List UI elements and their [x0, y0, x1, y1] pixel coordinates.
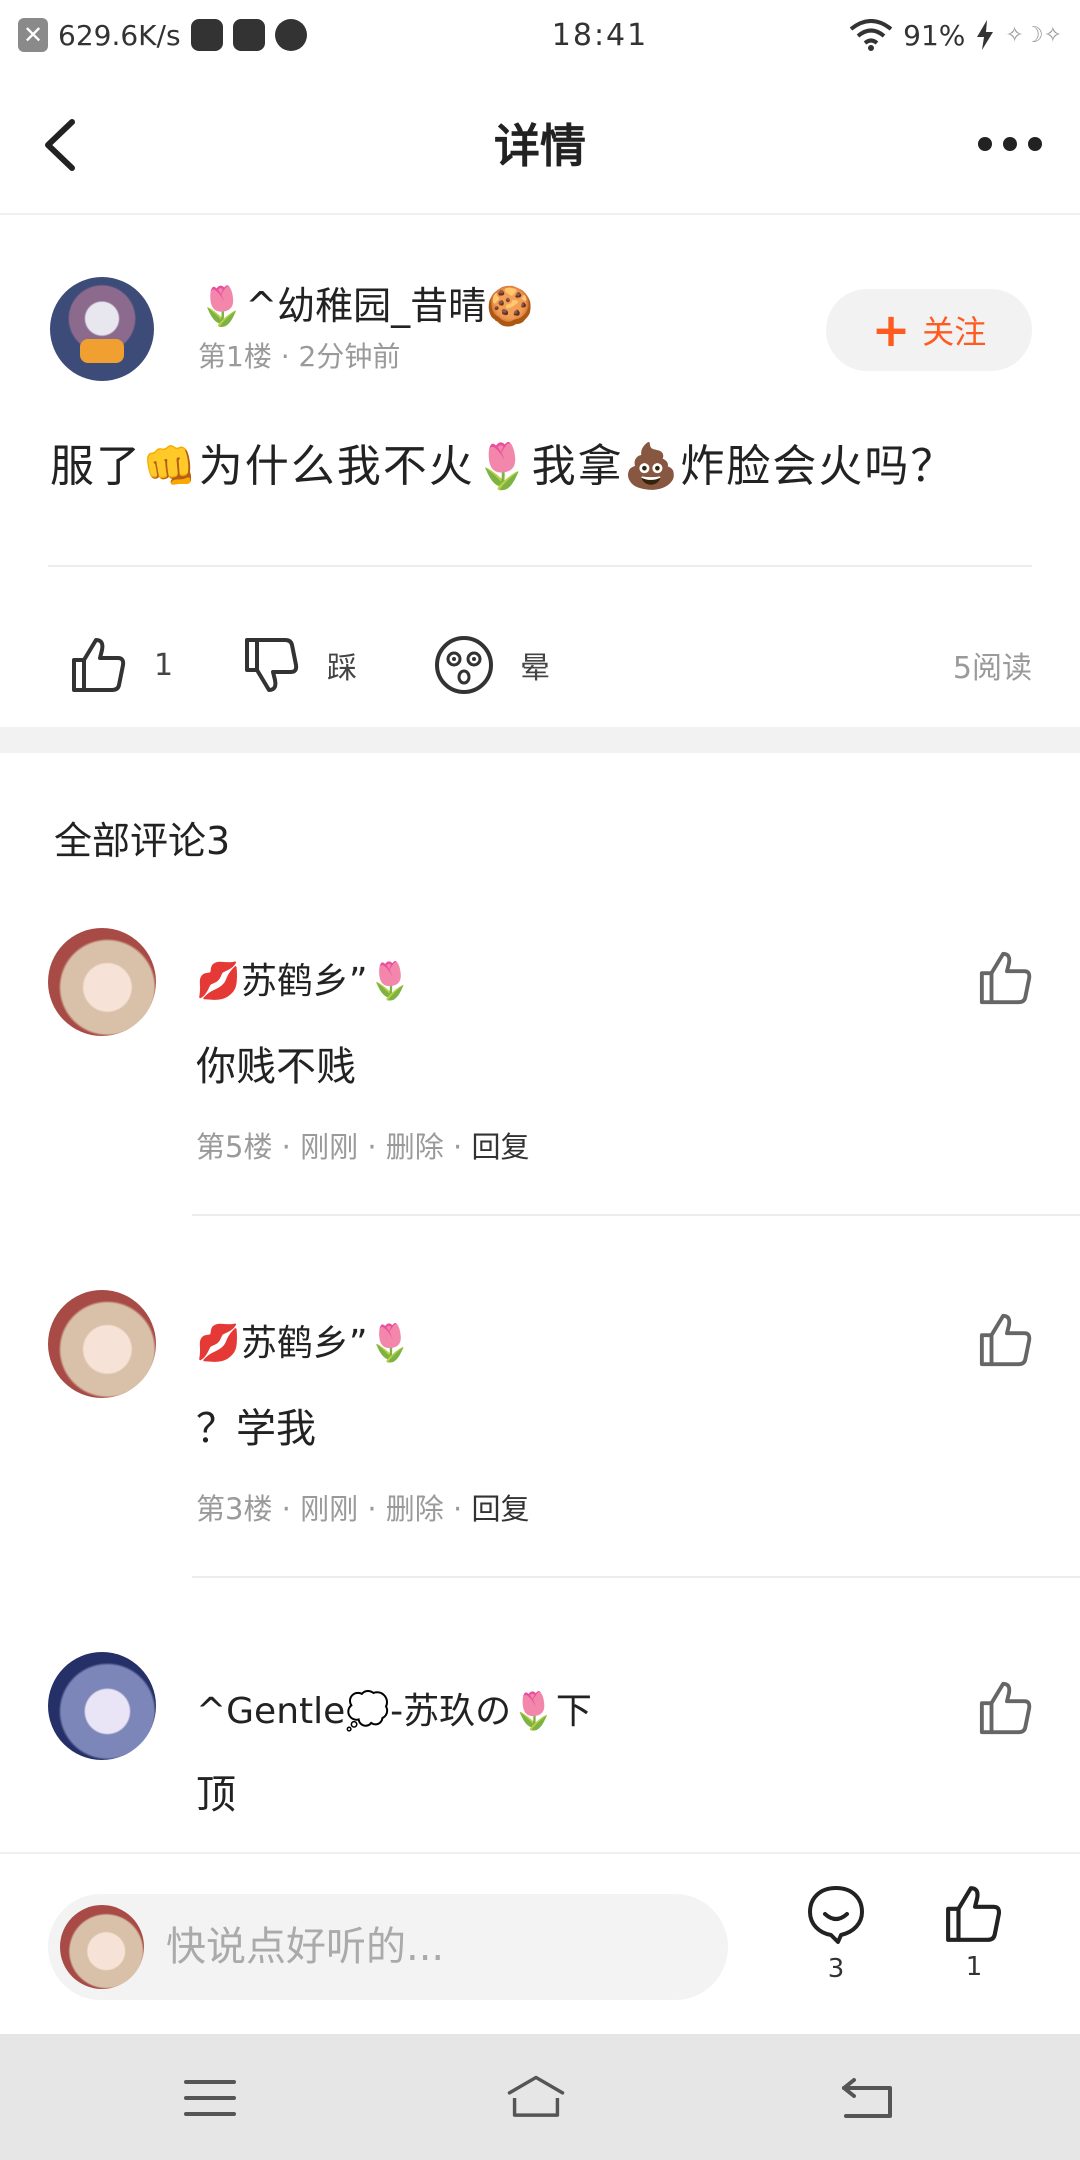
comment-text: 你贱不贱 [196, 1044, 356, 1090]
post-actions: 1 踩 晕 5阅读 [0, 610, 1080, 720]
home-icon[interactable] [506, 2068, 566, 2128]
wifi-icon [849, 19, 893, 51]
thumbs-down-icon [245, 638, 299, 692]
like-count: 1 [154, 647, 174, 683]
more-options-icon[interactable] [978, 132, 1042, 156]
comment-item: 💋苏鹤乡”🌷 ？学我 第3楼 · 刚刚 · 删除 · 回复 [0, 1282, 1080, 1582]
thumbs-up-icon[interactable] [978, 1680, 1034, 1736]
avatar [60, 1905, 144, 1989]
avatar[interactable] [48, 928, 156, 1036]
comment-input-bar: 3 1 [0, 1852, 1080, 2034]
battery-level: 91% [903, 18, 966, 52]
like-button[interactable]: 1 [70, 610, 173, 720]
comment-input[interactable] [166, 1894, 706, 2000]
section-divider [0, 727, 1080, 753]
thumbs-up-icon [946, 1886, 1002, 1942]
avatar[interactable] [48, 1652, 156, 1760]
planet-app-icon [274, 19, 307, 51]
delete-link[interactable]: 删除 [386, 1492, 444, 1526]
thumbs-up-icon[interactable] [978, 950, 1034, 1006]
comments-button[interactable]: 3 [796, 1884, 876, 2004]
comment-author[interactable]: 💋苏鹤乡”🌷 [196, 1314, 412, 1366]
status-decoration: ✧☽✧ [1005, 22, 1062, 48]
divider [192, 1214, 1080, 1216]
pinwheel-app-icon [190, 19, 223, 51]
dislike-label: 踩 [327, 651, 357, 686]
comment-bubble-icon [808, 1886, 864, 1944]
post-meta: 第1楼 · 2分钟前 [198, 340, 401, 373]
plus-icon: + [871, 303, 911, 357]
comment-input-pill[interactable] [48, 1894, 728, 2000]
thumbs-up-icon [72, 638, 126, 692]
comment-floor: 第3楼 [196, 1492, 273, 1526]
system-nav-bar [0, 2034, 1080, 2160]
comment-time: 刚刚 [300, 1130, 359, 1164]
video-app-icon [232, 19, 265, 51]
reply-link[interactable]: 回复 [471, 1492, 529, 1526]
comment-meta: 第5楼 · 刚刚 · 删除 · 回复 [196, 1130, 530, 1164]
divider [192, 1576, 1080, 1578]
menu-icon[interactable] [180, 2068, 240, 2128]
read-count: 5阅读 [952, 651, 1032, 686]
avatar[interactable] [48, 1290, 156, 1398]
comment-item: 💋苏鹤乡”🌷 你贱不贱 第5楼 · 刚刚 · 删除 · 回复 [0, 920, 1080, 1220]
thumbs-up-icon[interactable] [978, 1312, 1034, 1368]
comment-author[interactable]: ^Gentle💭-苏玖の🌷下 [196, 1682, 592, 1734]
delete-link[interactable]: 删除 [386, 1130, 444, 1164]
comment-item: ^Gentle💭-苏玖の🌷下 顶 [0, 1644, 1080, 1852]
dizzy-button[interactable]: 晕 [434, 610, 550, 720]
comments-header: 全部评论3 [54, 819, 231, 863]
comment-time: 刚刚 [300, 1492, 359, 1526]
comment-meta: 第3楼 · 刚刚 · 删除 · 回复 [196, 1492, 530, 1526]
close-notification-icon: ✕ [18, 18, 48, 52]
back-icon[interactable] [838, 2068, 898, 2128]
comment-count: 3 [827, 1954, 845, 1984]
avatar[interactable] [50, 277, 154, 381]
divider [48, 565, 1032, 567]
dizzy-face-icon [435, 636, 493, 694]
comment-floor: 第5楼 [196, 1130, 273, 1164]
comment-text: ？学我 [196, 1406, 316, 1452]
follow-label: 关注 [922, 313, 987, 351]
dizzy-label: 晕 [520, 651, 550, 686]
comment-author[interactable]: 💋苏鹤乡”🌷 [196, 952, 412, 1004]
status-bar: ✕ 629.6K/s 18:41 91% ✧☽✧ [0, 0, 1080, 70]
network-speed: 629.6K/s [58, 18, 181, 52]
reply-link[interactable]: 回复 [471, 1130, 529, 1164]
post: 🌷^幼稚园_昔晴🍪 第1楼 · 2分钟前 + 关注 服了👊为什么我不火🌷我拿💩炸… [0, 215, 1080, 727]
like-count: 1 [965, 1952, 983, 1982]
dislike-button[interactable]: 踩 [243, 610, 357, 720]
post-content: 服了👊为什么我不火🌷我拿💩炸脸会火吗？ [50, 441, 957, 492]
comment-text: 顶 [196, 1772, 236, 1818]
post-author-name[interactable]: 🌷^幼稚园_昔晴🍪 [198, 275, 533, 330]
follow-button[interactable]: + 关注 [826, 289, 1032, 371]
like-bar-button[interactable]: 1 [934, 1884, 1014, 2004]
header: 详情 [0, 70, 1080, 215]
clock: 18:41 [551, 17, 649, 53]
charging-bolt-icon [977, 20, 994, 50]
page-title: 详情 [494, 119, 586, 173]
